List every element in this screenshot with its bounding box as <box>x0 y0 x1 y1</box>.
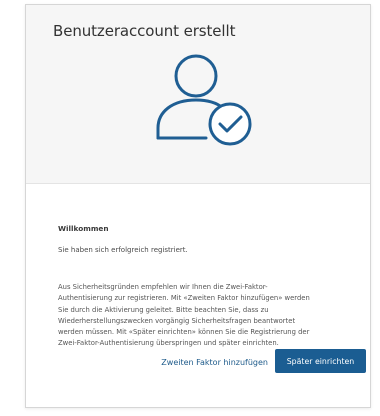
dialog-title: Benutzeraccount erstellt <box>53 22 236 40</box>
info-line: Authentisierung zur registrieren. Mit «Z… <box>58 294 310 303</box>
dialog-header: Benutzeraccount erstellt <box>26 5 370 183</box>
success-message: Sie haben sich erfolgreich registriert. <box>58 246 188 254</box>
welcome-heading: Willkommen <box>58 224 109 233</box>
add-second-factor-button[interactable]: Zweiten Faktor hinzufügen <box>150 352 268 372</box>
dialog-body: Willkommen Sie haben sich erfolgreich re… <box>26 184 370 407</box>
security-info-text: Aus Sicherheitsgründen empfehlen wir Ihn… <box>58 282 370 350</box>
info-line: Zwei-Faktor-Authentisierung überspringen… <box>58 339 279 348</box>
info-line: Aus Sicherheitsgründen empfehlen wir Ihn… <box>58 283 268 291</box>
info-line: werden müssen. Mit «Später einrichten» k… <box>58 328 310 337</box>
user-check-icon <box>156 54 252 146</box>
info-line: Wiederherstellungszwecken vorgängig Sich… <box>58 316 296 325</box>
account-created-dialog: Benutzeraccount erstellt Willkommen Sie … <box>25 4 371 408</box>
setup-later-button[interactable]: Später einrichten <box>275 349 366 373</box>
info-line: Sie durch die Aktivierung geleitet. Bitt… <box>58 305 269 314</box>
